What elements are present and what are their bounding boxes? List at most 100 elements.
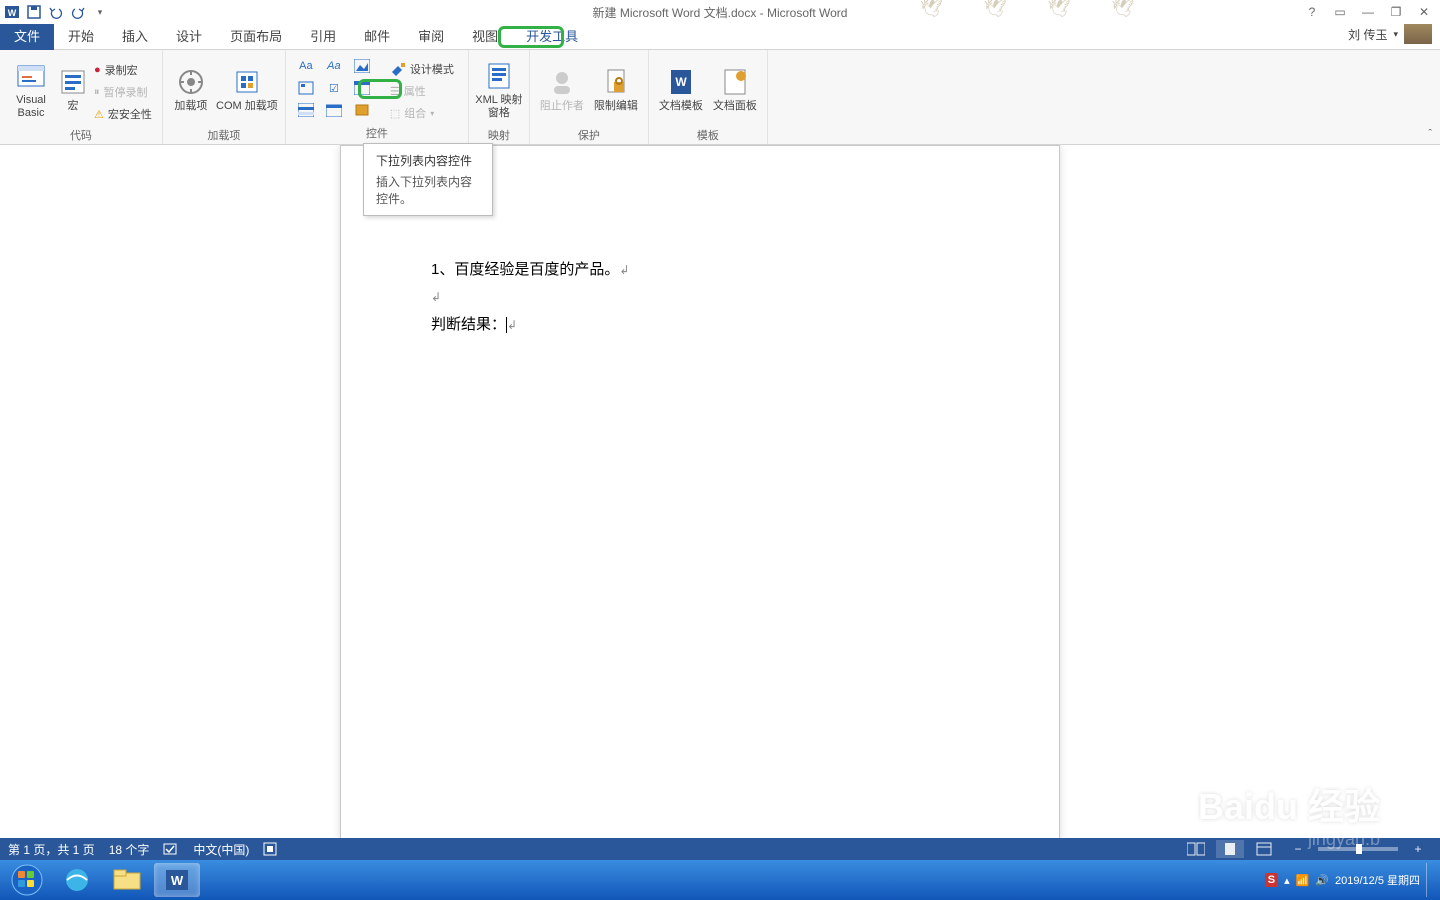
status-page[interactable]: 第 1 页，共 1 页 [8,841,95,858]
system-tray: S ▴ 📶 🔊 2019/12/5 星期四 [1265,863,1436,897]
properties-button: ☰属性 [386,81,458,101]
tray-sound-icon[interactable]: 🔊 [1315,874,1329,887]
group-icon: ⬚ [390,107,400,120]
tab-references[interactable]: 引用 [296,24,350,50]
status-language[interactable]: 中文(中国) [193,841,249,858]
controls-gallery: Aa Aa ☑ [296,57,378,121]
macros-button[interactable]: 宏 [58,52,88,128]
tab-review[interactable]: 审阅 [404,24,458,50]
dropdown-control-icon[interactable] [296,101,316,119]
tab-developer[interactable]: 开发工具 [512,24,592,50]
user-account[interactable]: 刘 传玉▾ [1348,24,1432,44]
minimize-icon[interactable]: — [1356,3,1380,21]
block-authors-button: 阻止作者 [536,52,588,128]
warning-icon: ⚠ [94,108,104,121]
redo-icon[interactable] [68,2,88,22]
watermark-sub: jingyan.b [1308,829,1380,850]
tab-home[interactable]: 开始 [54,24,108,50]
xml-mapping-button[interactable]: XML 映射窗格 [475,52,523,128]
ribbon-display-icon[interactable]: ▭ [1328,3,1352,21]
svg-text:W: W [8,8,17,18]
tooltip-dropdown-control: 下拉列表内容控件 插入下拉列表内容控件。 [363,143,493,216]
tray-network-icon[interactable]: 📶 [1296,874,1310,887]
word-app-icon[interactable]: W [2,2,22,22]
tray-flag-icon[interactable]: ▴ [1284,874,1290,887]
plaintext-control-icon[interactable]: Aa [324,57,344,75]
design-mode-button[interactable]: 设计模式 [386,59,458,79]
xml-mapping-icon [483,60,515,92]
collapse-ribbon-icon[interactable]: ˆ [1428,128,1432,140]
macro-security-button[interactable]: ⚠宏安全性 [90,104,156,124]
tray-clock[interactable]: 2019/12/5 星期四 [1335,872,1420,888]
visual-basic-button[interactable]: Visual Basic [6,52,56,128]
ribbon-group-protect: 阻止作者 限制编辑 保护 [530,50,649,144]
richtext-control-icon[interactable]: Aa [296,57,316,75]
ribbon-group-templates: W 文档模板 文档面板 模板 [649,50,768,144]
tab-layout[interactable]: 页面布局 [216,24,296,50]
show-desktop-button[interactable] [1426,863,1436,897]
tab-mailings[interactable]: 邮件 [350,24,404,50]
pause-icon: ⏸ [94,86,100,99]
ribbon: Visual Basic 宏 ●录制宏 ⏸暂停录制 ⚠宏安全性 代码 加载项 C… [0,50,1440,145]
document-area: 1、百度经验是百度的产品。↲ ↲ 判断结果：↲ [0,145,1440,840]
pause-recording-button: ⏸暂停录制 [90,82,156,102]
record-macro-button[interactable]: ●录制宏 [90,60,156,80]
doc-line-3: 判断结果：↲ [431,311,969,339]
restrict-editing-button[interactable]: 限制编辑 [590,52,642,128]
addins-button[interactable]: 加载项 [169,52,213,128]
document-panel-icon [719,66,751,98]
group-label-templates: 模板 [697,128,719,144]
legacy-tools-icon[interactable] [352,101,372,119]
tab-design[interactable]: 设计 [162,24,216,50]
restore-icon[interactable]: ❐ [1384,3,1408,21]
user-name: 刘 传玉 [1348,26,1387,43]
save-icon[interactable] [24,2,44,22]
com-addins-button[interactable]: COM 加载项 [215,52,279,128]
doc-line-1: 1、百度经验是百度的产品。↲ [431,256,969,284]
tab-file[interactable]: 文件 [0,24,54,50]
group-label-addins: 加载项 [207,128,240,144]
status-bar: 第 1 页，共 1 页 18 个字 中文(中国) − + [0,838,1440,860]
watermark-main: Baidu 经验 [1198,778,1380,830]
document-page[interactable]: 1、百度经验是百度的产品。↲ ↲ 判断结果：↲ [340,145,1060,840]
view-print-layout-icon[interactable] [1216,840,1244,858]
design-mode-icon [390,62,406,76]
block-authors-icon [546,66,578,98]
group-label-mapping: 映射 [488,128,510,144]
group-label-protect: 保护 [578,128,600,144]
undo-icon[interactable] [46,2,66,22]
tray-ime-icon[interactable]: S [1265,873,1278,887]
combobox-control-icon[interactable] [352,79,372,97]
taskbar-explorer-icon[interactable] [104,863,150,897]
doc-line-2: ↲ [431,284,969,311]
start-button[interactable] [4,862,50,898]
tooltip-title: 下拉列表内容控件 [376,152,480,169]
group-button: ⬚组合▾ [386,103,458,123]
qat-customize-icon[interactable]: ▾ [90,2,110,22]
view-read-mode-icon[interactable] [1182,840,1210,858]
buildingblock-control-icon[interactable] [296,79,316,97]
status-macro-icon[interactable] [263,842,277,856]
status-words[interactable]: 18 个字 [109,841,150,858]
close-icon[interactable]: ✕ [1412,3,1436,21]
svg-text:W: W [171,873,184,888]
taskbar-word-icon[interactable]: W [154,863,200,897]
help-icon[interactable]: ? [1300,3,1324,21]
document-template-button[interactable]: W 文档模板 [655,52,707,128]
taskbar-ie-icon[interactable] [54,863,100,897]
tab-insert[interactable]: 插入 [108,24,162,50]
datepicker-control-icon[interactable] [324,101,344,119]
ribbon-group-controls: Aa Aa ☑ 设计模式 ☰属性 ⬚组合▾ 控件 [286,50,469,144]
picture-control-icon[interactable] [352,57,372,75]
document-template-icon: W [665,66,697,98]
view-web-layout-icon[interactable] [1250,840,1278,858]
restrict-editing-icon [600,66,632,98]
properties-icon: ☰ [390,85,400,98]
checkbox-control-icon[interactable]: ☑ [324,79,344,97]
group-label-controls: 控件 [366,126,388,142]
svg-text:W: W [675,75,687,89]
status-proofing-icon[interactable] [163,842,179,856]
tab-view[interactable]: 视图 [458,24,512,50]
document-panel-button[interactable]: 文档面板 [709,52,761,128]
zoom-in-icon[interactable]: + [1404,840,1432,858]
